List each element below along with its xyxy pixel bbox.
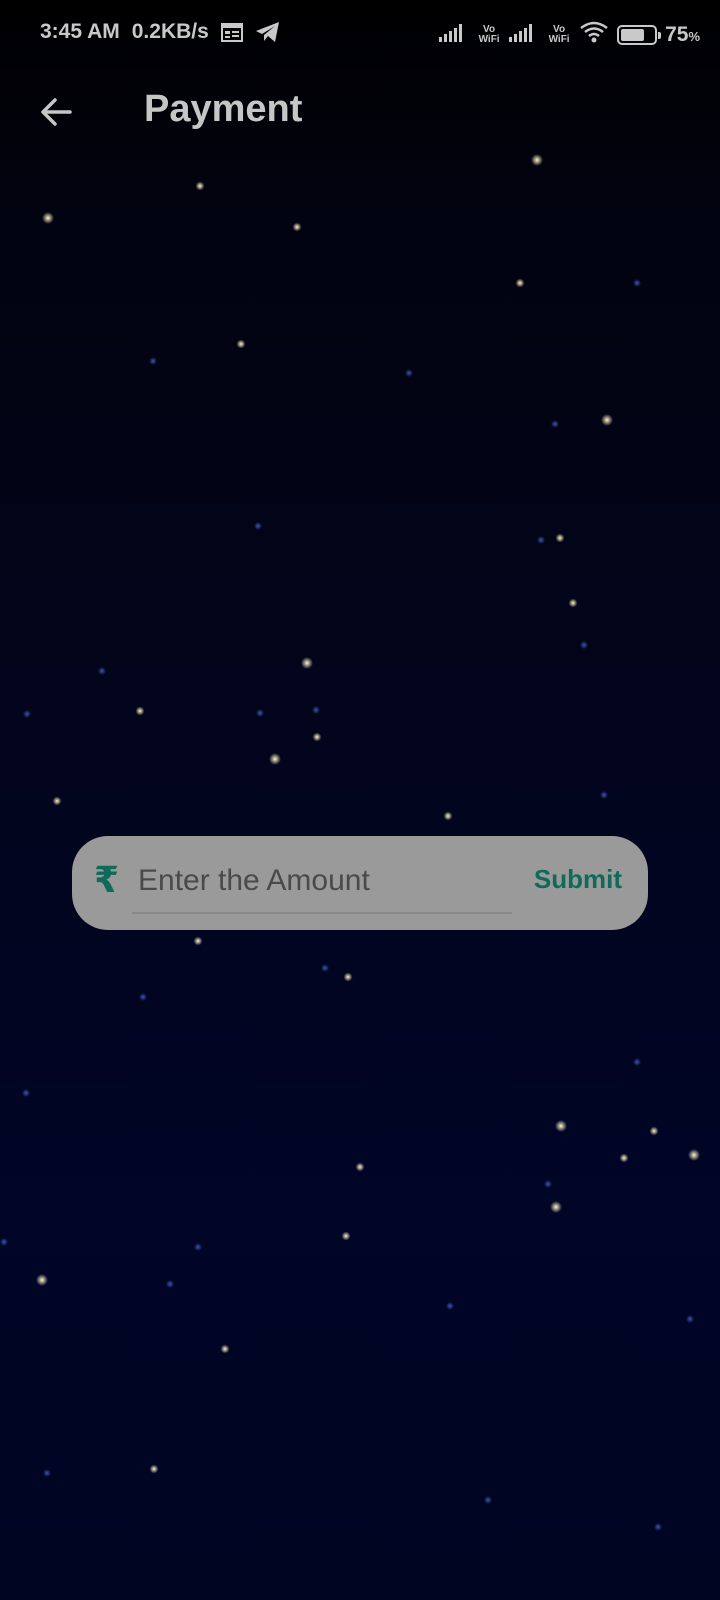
star xyxy=(619,1153,629,1163)
telegram-icon xyxy=(255,21,281,43)
star xyxy=(341,1231,351,1241)
page-title: Payment xyxy=(144,88,303,130)
arrow-left-icon xyxy=(41,98,72,126)
star xyxy=(321,964,329,972)
app-bar: Payment xyxy=(0,72,720,152)
battery-level-fill xyxy=(621,29,645,41)
star xyxy=(256,709,264,717)
star xyxy=(600,791,608,799)
status-bar: 3:45 AM 0.2KB/s Vo WiFi Vo WiFi 75% xyxy=(0,0,720,72)
star xyxy=(686,1315,694,1323)
network-speed: 0.2KB/s xyxy=(131,20,209,43)
star xyxy=(633,279,641,287)
star xyxy=(550,1201,562,1213)
star xyxy=(551,420,559,428)
star xyxy=(555,533,565,543)
star xyxy=(43,1469,51,1477)
star xyxy=(580,641,588,649)
star xyxy=(236,339,246,349)
star xyxy=(601,414,613,426)
star xyxy=(135,706,145,716)
star xyxy=(312,706,320,714)
star xyxy=(166,1280,174,1288)
status-bar-right: Vo WiFi Vo WiFi 75% xyxy=(439,20,700,50)
star xyxy=(515,278,525,288)
star xyxy=(269,753,281,765)
star xyxy=(405,369,413,377)
signal-icon xyxy=(439,22,469,48)
star xyxy=(220,1344,230,1354)
star xyxy=(193,936,203,946)
battery-icon xyxy=(617,25,662,45)
star xyxy=(149,357,157,365)
star xyxy=(544,1180,552,1188)
star xyxy=(52,796,62,806)
star xyxy=(446,1302,454,1310)
submit-button[interactable]: Submit xyxy=(534,864,622,895)
battery-percent: 75% xyxy=(665,23,700,46)
star xyxy=(343,972,353,982)
star xyxy=(0,1238,8,1246)
star xyxy=(633,1058,641,1066)
star xyxy=(537,536,545,544)
star xyxy=(301,657,313,669)
starry-background xyxy=(0,154,700,1531)
vowifi-sim1-badge: Vo WiFi xyxy=(478,24,500,45)
star xyxy=(688,1149,700,1161)
status-time: 3:45 AM xyxy=(40,20,120,43)
star xyxy=(194,1243,202,1251)
star xyxy=(649,1126,659,1136)
rupee-icon: ₹ xyxy=(94,860,120,901)
star xyxy=(149,1464,159,1474)
star xyxy=(22,1089,30,1097)
star xyxy=(195,181,205,191)
star xyxy=(555,1120,567,1132)
star xyxy=(23,710,31,718)
star xyxy=(139,993,147,1001)
vowifi-sim2-badge: Vo WiFi xyxy=(548,24,570,45)
back-button[interactable] xyxy=(28,84,84,140)
wifi-icon xyxy=(579,20,609,50)
calendar-icon xyxy=(220,22,243,42)
star xyxy=(292,222,302,232)
star xyxy=(443,811,453,821)
star xyxy=(484,1496,492,1504)
star xyxy=(42,212,54,224)
signal-icon xyxy=(509,22,539,48)
star xyxy=(36,1274,48,1286)
star xyxy=(355,1162,365,1172)
amount-form: ₹ Submit xyxy=(72,836,648,930)
status-bar-left: 3:45 AM 0.2KB/s xyxy=(40,20,281,44)
star xyxy=(568,598,578,608)
star xyxy=(531,154,543,166)
amount-input[interactable] xyxy=(132,850,512,914)
star xyxy=(98,667,106,675)
star xyxy=(254,522,262,530)
star xyxy=(312,732,322,742)
star xyxy=(654,1523,662,1531)
